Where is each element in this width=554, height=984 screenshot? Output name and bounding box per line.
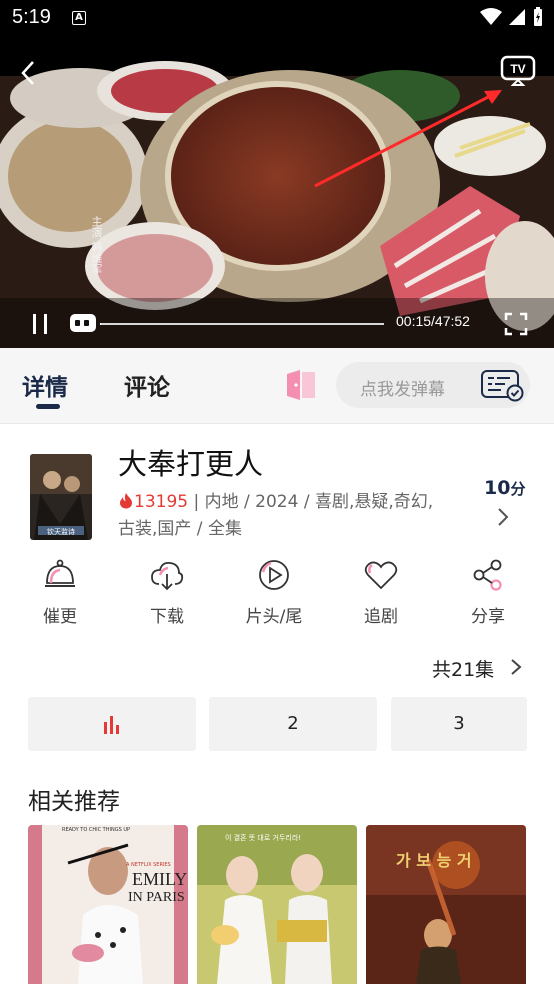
playing-bars-icon xyxy=(104,716,119,734)
score[interactable]: 10分 xyxy=(484,477,525,499)
recommendation-card[interactable]: 가 보 능 거 xyxy=(366,825,526,984)
action-skip-intro-label: 片头/尾 xyxy=(245,607,303,627)
poster-image[interactable]: 钦天监诗 xyxy=(30,454,92,540)
tabs-row: 详情 评论 点我发弹幕 xyxy=(0,348,554,424)
chevron-right-icon[interactable] xyxy=(494,507,512,527)
door-icon[interactable] xyxy=(284,368,318,402)
poster-caption: 钦天监诗 xyxy=(47,528,75,536)
episode-2-button[interactable]: 2 xyxy=(209,697,377,751)
progress-fill xyxy=(100,323,102,325)
heart-icon xyxy=(364,561,398,590)
recommendation-top-text: 가 보 능 거 xyxy=(396,851,472,870)
video-player[interactable]: 主演 韩维军 TV 00:15/47:52 xyxy=(0,36,554,348)
score-value: 10 xyxy=(484,477,511,499)
signal-icon xyxy=(509,9,525,25)
notification-a-icon: A xyxy=(72,11,86,25)
episode-1-playing[interactable] xyxy=(28,697,196,751)
progress-track[interactable] xyxy=(100,323,384,325)
episodes-total[interactable]: 共21集 xyxy=(432,655,494,682)
play-circle-icon xyxy=(259,560,289,590)
recommendation-card[interactable]: READY TO CHIC THINGS UP A NETFLIX SERIES… xyxy=(28,825,188,984)
danmaku-input[interactable]: 点我发弹幕 xyxy=(336,362,530,408)
score-unit: 分 xyxy=(510,480,526,498)
status-bar: 5:19 A xyxy=(0,0,554,36)
overlay-text: 主演 韩维军 xyxy=(90,216,103,275)
recommendation-card[interactable]: 이 결혼 뜻 대로 거두리라! xyxy=(197,825,357,984)
recommendation-top-text: 이 결혼 뜻 대로 거두리라! xyxy=(225,834,302,842)
show-meta-line2: 古装,国产 / 全集 xyxy=(118,519,242,539)
episode-3-button[interactable]: 3 xyxy=(391,697,527,751)
status-icons xyxy=(480,7,544,27)
recommendation-top-text: READY TO CHIC THINGS UP xyxy=(62,827,131,833)
recommendation-title-line2: IN PARIS xyxy=(128,890,185,905)
recommendation-badge: A NETFLIX SERIES xyxy=(126,862,171,868)
status-time: 5:19 xyxy=(12,6,51,28)
action-download[interactable]: 下载 xyxy=(127,558,207,627)
show-meta-line1: 13195 | 内地 / 2024 / 喜剧,悬疑,奇幻, xyxy=(118,487,433,512)
danmaku-placeholder: 点我发弹幕 xyxy=(360,380,445,400)
bell-icon xyxy=(45,559,75,587)
recommendation-poster xyxy=(197,825,357,984)
fire-icon xyxy=(120,493,132,509)
video-controls: 00:15/47:52 xyxy=(0,300,554,348)
battery-icon xyxy=(534,7,542,26)
tab-indicator xyxy=(36,404,60,409)
danmaku-settings-icon[interactable] xyxy=(479,368,525,402)
recommendations-heading: 相关推荐 xyxy=(28,789,120,815)
cloud-download-icon xyxy=(151,561,184,591)
cast-tv-icon[interactable]: TV xyxy=(498,54,538,88)
hot-count: 13195 xyxy=(134,492,189,512)
show-title: 大奉打更人 xyxy=(118,447,264,481)
pause-icon[interactable] xyxy=(28,312,52,336)
show-meta-text: | 内地 / 2024 / 喜剧,悬疑,奇幻, xyxy=(188,492,434,512)
back-icon[interactable] xyxy=(14,58,44,88)
action-share-label: 分享 xyxy=(471,607,505,627)
danmaku-toggle-icon[interactable] xyxy=(70,314,96,332)
tab-comments[interactable]: 评论 xyxy=(124,368,170,402)
time-readout: 00:15/47:52 xyxy=(396,313,470,329)
recommendation-title-line1: EMILY xyxy=(132,869,188,889)
wifi-icon xyxy=(480,8,502,25)
action-urge-label: 催更 xyxy=(43,607,77,627)
tv-label: TV xyxy=(510,62,525,76)
action-follow-label: 追剧 xyxy=(364,607,398,627)
share-icon xyxy=(473,559,502,591)
chevron-right-icon[interactable] xyxy=(508,657,524,677)
action-skip-intro[interactable]: 片头/尾 xyxy=(234,558,314,627)
action-share[interactable]: 分享 xyxy=(448,558,528,627)
action-urge[interactable]: 催更 xyxy=(20,558,100,627)
action-follow[interactable]: 追剧 xyxy=(341,558,421,627)
action-download-label: 下载 xyxy=(150,607,184,627)
fullscreen-icon[interactable] xyxy=(504,312,528,336)
tab-detail[interactable]: 详情 xyxy=(22,368,68,402)
